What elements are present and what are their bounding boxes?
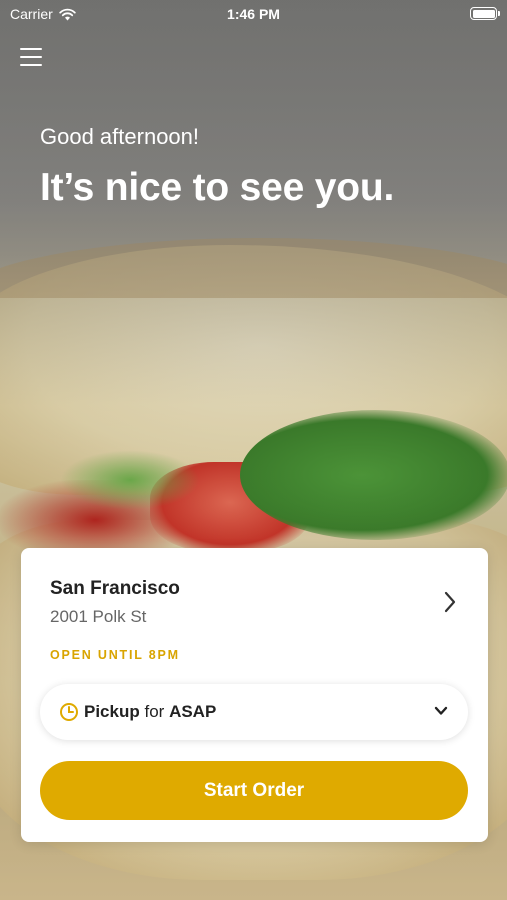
pickup-connector: for xyxy=(144,702,165,721)
store-city[interactable]: San Francisco xyxy=(50,578,180,600)
chevron-down-icon xyxy=(434,706,448,715)
chevron-right-icon[interactable] xyxy=(442,590,458,614)
greeting-text: Good afternoon! xyxy=(40,124,200,149)
pickup-time-selector[interactable]: Pickup for ASAP xyxy=(40,684,468,740)
pickup-time: ASAP xyxy=(169,702,217,721)
clock-icon xyxy=(60,703,78,721)
location-card: San Francisco 2001 Polk St OPEN UNTIL 8P… xyxy=(21,548,488,842)
store-address[interactable]: 2001 Polk St xyxy=(50,607,146,627)
start-order-button[interactable]: Start Order xyxy=(40,761,468,820)
pickup-label: Pickup for ASAP xyxy=(84,702,216,722)
status-time: 1:46 PM xyxy=(227,6,280,22)
status-bar: Carrier 1:46 PM xyxy=(0,0,507,30)
page-title: It’s nice to see you. xyxy=(40,166,395,209)
menu-icon[interactable] xyxy=(20,48,42,68)
pickup-mode: Pickup xyxy=(84,702,140,721)
store-hours: OPEN UNTIL 8PM xyxy=(50,648,180,662)
battery-icon xyxy=(470,7,500,20)
